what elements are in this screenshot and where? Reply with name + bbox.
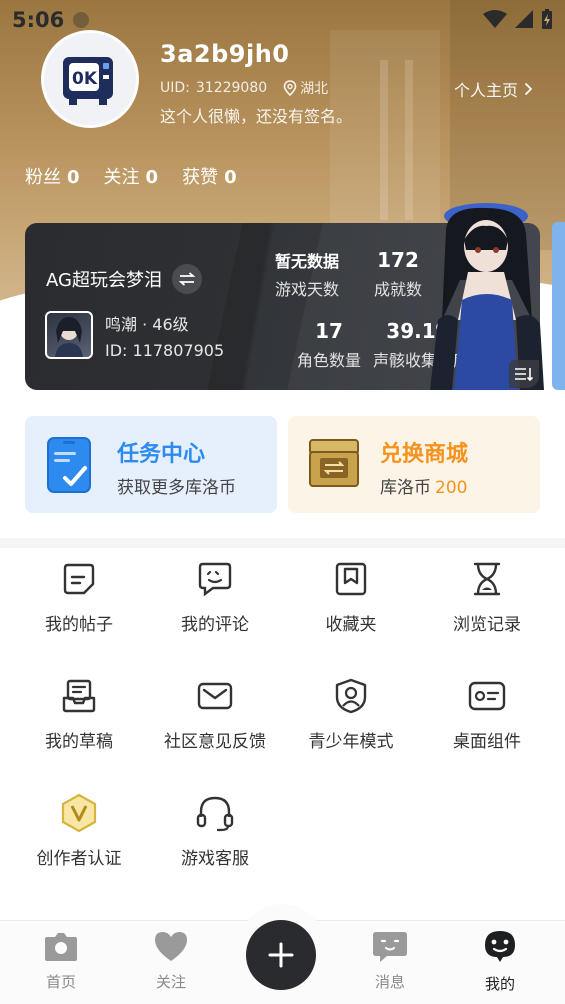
exchange-shop-title: 兑换商城: [380, 442, 469, 467]
mail-icon: [197, 682, 233, 710]
headset-icon: [196, 796, 234, 832]
uid-label: UID:: [160, 80, 190, 96]
user-bio: 这个人很懒，还没有签名。: [160, 107, 353, 126]
switch-account-button[interactable]: [171, 264, 202, 294]
task-center-card[interactable]: 任务中心 获取更多库洛币: [25, 416, 277, 513]
location-text: 湖北: [300, 81, 329, 97]
menu-my-posts[interactable]: 我的帖子: [11, 560, 147, 660]
personal-homepage-link[interactable]: 个人主页: [454, 77, 533, 101]
menu-game-support[interactable]: 游戏客服: [147, 794, 283, 894]
notification-dot-icon: [73, 12, 89, 28]
tab-messages[interactable]: 消息: [350, 929, 430, 992]
exchange-shop-balance: 库洛币 200: [380, 473, 467, 498]
game-character-avatar: [45, 311, 93, 359]
post-icon: [63, 563, 95, 595]
home-camera-icon: [45, 933, 77, 961]
battery-icon: [542, 9, 552, 29]
location-pin-icon: [283, 80, 297, 96]
stat-character-count: 17 角色数量: [296, 319, 361, 370]
create-post-button[interactable]: [246, 920, 316, 990]
game-role-level: 鸣潮 · 46级: [105, 315, 189, 334]
status-time: 5:06: [12, 8, 65, 32]
stat-following[interactable]: 关注 0: [104, 163, 159, 189]
uid-value: 31229080: [195, 80, 268, 96]
stat-game-days: 暂无数据 游戏天数: [274, 252, 339, 299]
menu-teen-mode[interactable]: 青少年模式: [283, 677, 419, 777]
svg-text:0K: 0K: [72, 69, 98, 89]
menu-desktop-widget[interactable]: 桌面组件: [419, 677, 555, 777]
profile-face-icon: [485, 931, 515, 962]
card-menu-button[interactable]: [509, 360, 539, 388]
wifi-icon: [483, 10, 507, 28]
plus-icon: [268, 942, 294, 968]
comment-icon: [198, 562, 232, 597]
drafts-icon: [62, 679, 96, 713]
exchange-shop-card[interactable]: 兑换商城 库洛币 200: [288, 416, 540, 513]
uid-row: UID: 31229080 湖北: [160, 78, 328, 98]
section-divider: [0, 538, 565, 548]
stat-likes[interactable]: 获赞 0: [182, 163, 237, 189]
chevron-right-icon: [524, 82, 533, 96]
tab-home[interactable]: 首页: [21, 929, 101, 992]
user-avatar[interactable]: 0K: [41, 30, 139, 128]
task-phone-icon: [47, 437, 91, 493]
task-center-subtitle: 获取更多库洛币: [117, 478, 236, 498]
list-sort-icon: [515, 368, 534, 382]
tab-mine[interactable]: 我的: [460, 929, 540, 994]
menu-feedback[interactable]: 社区意见反馈: [147, 677, 283, 777]
game-server-name: AG超玩会梦泪: [46, 270, 162, 291]
game-role-id: ID: 117807905: [105, 341, 225, 360]
menu-creator-certification[interactable]: 创作者认证: [11, 793, 147, 894]
kuro-logo-icon: 0K: [63, 57, 113, 105]
coin-amount: 200: [435, 478, 468, 498]
bookmark-icon: [335, 562, 367, 596]
treasure-chest-icon: [309, 439, 359, 487]
stat-fans[interactable]: 粉丝 0: [25, 163, 80, 189]
message-icon: [373, 932, 407, 962]
creator-badge-icon: [61, 793, 97, 833]
coin-label: 库洛币: [380, 478, 431, 498]
heart-icon: [155, 932, 187, 961]
swap-arrows-icon: [178, 272, 195, 286]
menu-my-drafts[interactable]: 我的草稿: [11, 677, 147, 777]
side-card-peek[interactable]: [552, 222, 565, 390]
game-server-row: AG超玩会梦泪: [46, 264, 202, 294]
tab-following[interactable]: 关注: [131, 929, 211, 992]
menu-history[interactable]: 浏览记录: [419, 560, 555, 660]
username: 3a2b9jh0: [160, 40, 290, 68]
hourglass-icon: [473, 562, 501, 596]
shield-person-icon: [335, 678, 367, 714]
task-center-title: 任务中心: [117, 442, 206, 467]
menu-my-comments[interactable]: 我的评论: [147, 560, 283, 660]
menu-favorites[interactable]: 收藏夹: [283, 560, 419, 660]
location: 湖北: [283, 78, 328, 98]
signal-icon: [515, 10, 533, 28]
personal-homepage-label: 个人主页: [453, 81, 518, 100]
widget-card-icon: [468, 681, 506, 711]
follow-stats: 粉丝 0 关注 0 获赞 0: [25, 163, 237, 189]
